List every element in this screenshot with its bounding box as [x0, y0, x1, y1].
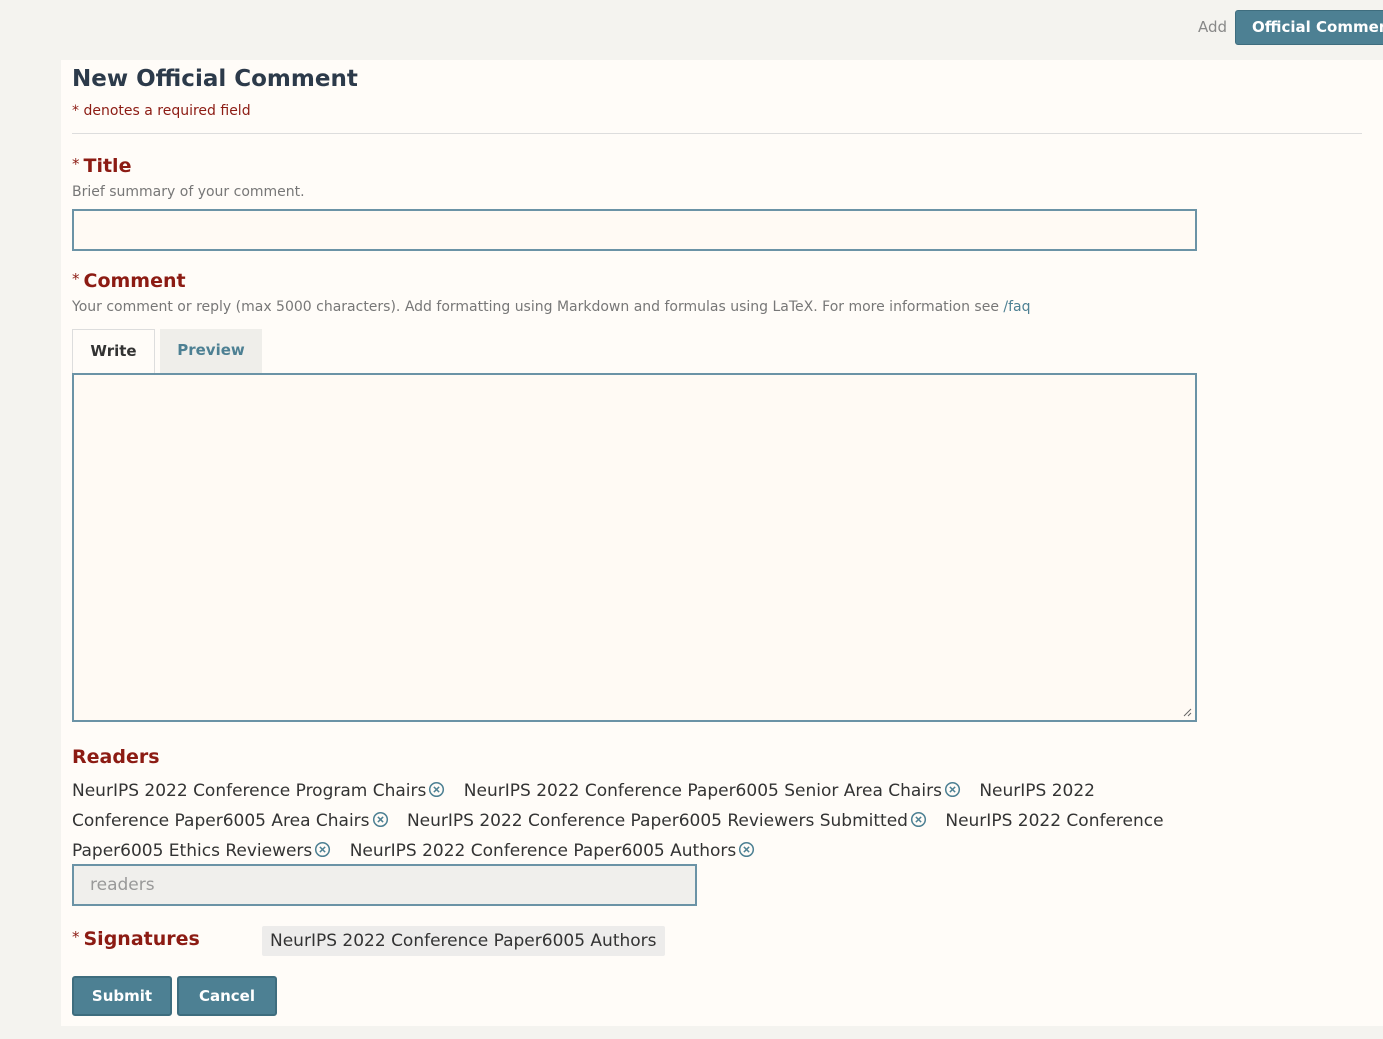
comment-label-text: Comment — [83, 270, 186, 292]
remove-circle-icon[interactable] — [372, 811, 389, 828]
comment-label: * Comment — [72, 270, 186, 292]
required-star: * — [72, 928, 80, 946]
remove-circle-icon[interactable] — [428, 781, 445, 798]
signature-value: NeurIPS 2022 Conference Paper6005 Author… — [262, 926, 665, 956]
faq-link[interactable]: /faq — [1003, 299, 1030, 315]
reader-tag: NeurIPS 2022 Conference Paper6005 Review… — [407, 811, 927, 831]
readers-label: Readers — [72, 746, 160, 768]
add-label: Add — [1198, 18, 1228, 36]
top-bar: Add Official Comment — [0, 0, 1383, 60]
tab-preview[interactable]: Preview — [160, 329, 262, 374]
reader-tag-label: NeurIPS 2022 Conference Program Chairs — [72, 781, 427, 801]
readers-input[interactable]: readers — [72, 864, 697, 906]
reader-tag: NeurIPS 2022 Conference Program Chairs — [72, 781, 445, 801]
reader-tag-label: NeurIPS 2022 Conference Paper6005 Senior… — [463, 781, 942, 801]
title-input[interactable] — [72, 209, 1197, 251]
cancel-button[interactable]: Cancel — [177, 976, 277, 1016]
reader-tag-label: NeurIPS 2022 Conference Paper6005 Review… — [406, 811, 908, 831]
signatures-label-text: Signatures — [83, 928, 200, 950]
signatures-label: * Signatures — [72, 928, 200, 950]
comment-description-text: Your comment or reply (max 5000 characte… — [72, 299, 999, 315]
readers-list: NeurIPS 2022 Conference Program Chairs N… — [72, 776, 1182, 866]
remove-circle-icon[interactable] — [314, 841, 331, 858]
required-star: * — [72, 155, 80, 173]
divider — [72, 133, 1362, 134]
form-title: New Official Comment — [72, 66, 358, 92]
resize-handle-icon[interactable] — [1182, 707, 1192, 717]
reader-tag-label: NeurIPS 2022 Conference Paper6005 Author… — [349, 841, 737, 861]
submit-button[interactable]: Submit — [72, 976, 172, 1016]
reader-tag: NeurIPS 2022 Conference Paper6005 Senior… — [464, 781, 961, 801]
title-label: * Title — [72, 155, 131, 177]
required-star: * — [72, 270, 80, 288]
comment-form-panel: New Official Comment * denotes a require… — [61, 60, 1383, 1026]
comment-textarea[interactable] — [72, 373, 1197, 722]
remove-circle-icon[interactable] — [738, 841, 755, 858]
remove-circle-icon[interactable] — [944, 781, 961, 798]
required-field-note: * denotes a required field — [72, 103, 251, 119]
official-comment-button[interactable]: Official Comment — [1235, 10, 1383, 45]
tab-write[interactable]: Write — [72, 329, 155, 374]
reader-tag: NeurIPS 2022 Conference Paper6005 Author… — [350, 841, 756, 861]
title-description: Brief summary of your comment. — [72, 184, 305, 200]
comment-description: Your comment or reply (max 5000 characte… — [72, 299, 1031, 315]
remove-circle-icon[interactable] — [910, 811, 927, 828]
title-label-text: Title — [83, 155, 132, 177]
